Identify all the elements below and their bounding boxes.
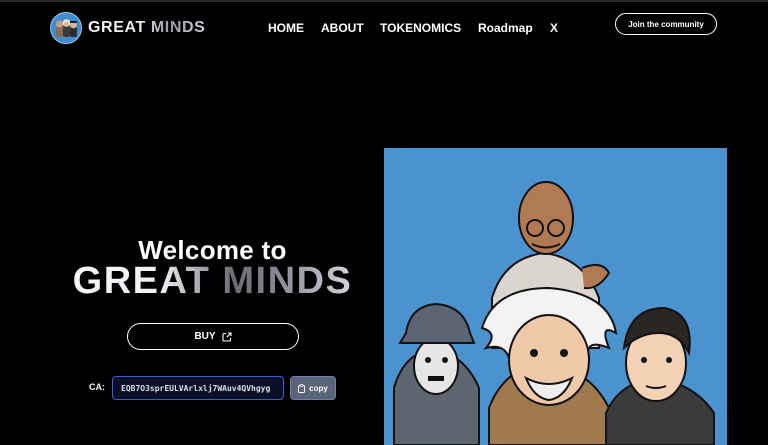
join-community-button[interactable]: Join the community xyxy=(615,13,717,35)
copy-label: copy xyxy=(309,383,328,393)
ca-label: CA: xyxy=(89,382,105,392)
nav-tokenomics[interactable]: TOKENOMICS xyxy=(380,21,461,35)
clipboard-icon xyxy=(298,383,306,393)
contract-address-field[interactable]: EQB7O3sprEULVArlxlj7WAuv4QVhgyg xyxy=(112,376,284,400)
great-minds-characters-illustration xyxy=(384,148,727,445)
nav-x[interactable]: X xyxy=(550,21,558,35)
great-minds-logo-icon xyxy=(50,12,82,44)
brand-name: GREAT MINDS xyxy=(88,19,206,36)
nav-about[interactable]: ABOUT xyxy=(321,21,364,35)
buy-label: BUY xyxy=(194,331,216,342)
nav-roadmap[interactable]: Roadmap xyxy=(478,21,533,35)
buy-button[interactable]: BUY xyxy=(127,323,299,350)
chaplin-figure xyxy=(393,302,480,445)
top-border xyxy=(0,0,768,2)
external-link-icon xyxy=(222,331,232,342)
brand[interactable]: GREAT MINDS xyxy=(50,12,205,44)
nav-home[interactable]: HOME xyxy=(268,21,304,35)
hero-title: GREAT MINDS xyxy=(0,260,425,303)
copy-button[interactable]: copy xyxy=(290,376,336,400)
